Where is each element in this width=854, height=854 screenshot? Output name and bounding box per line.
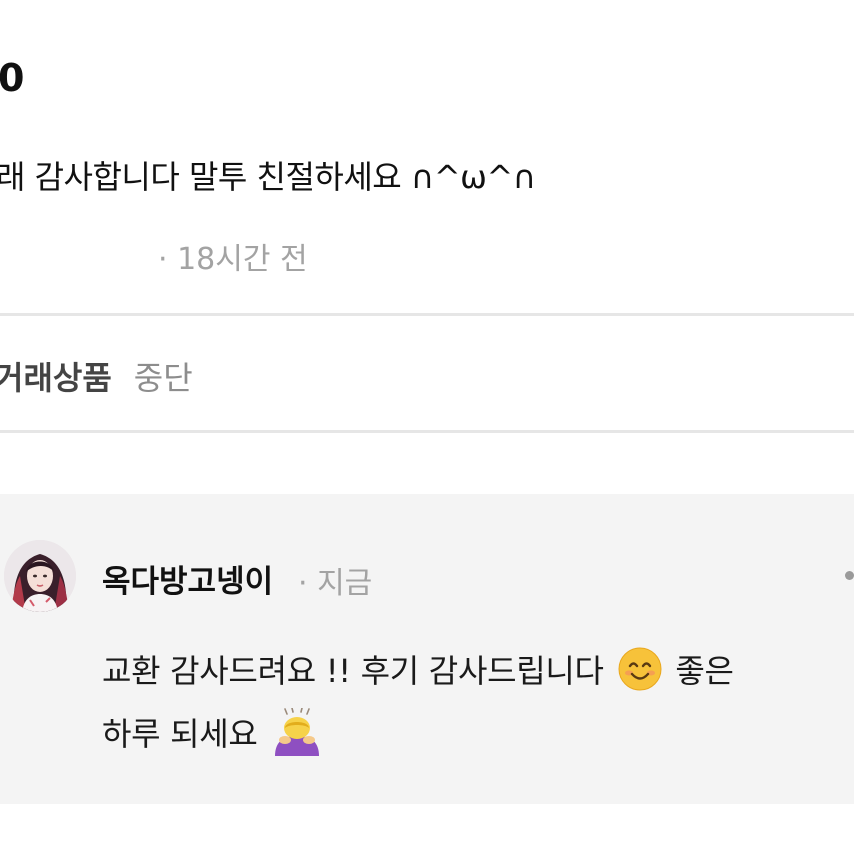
reply-text: 교환 감사드려요 !! 후기 감사드립니다 [102,652,604,690]
avatar-image [4,540,76,612]
avatar[interactable] [4,540,76,612]
trade-item-row[interactable]: 거래상품 중단 [0,353,193,399]
reply-text-line-1: 교환 감사드려요 !! 후기 감사드립니다 좋은 [102,646,734,699]
divider [0,313,854,316]
smiling-face-emoji-icon [618,647,662,699]
person-bowing-emoji-icon [271,707,323,764]
review-detail-page: 0 래 감사합니다 말투 친절하세요 ∩^ω^∩ · 18시간 전 거래상품 중단… [0,0,854,854]
review-timestamp: · 18시간 전 [158,242,308,277]
review-text: 래 감사합니다 말투 친절하세요 ∩^ω^∩ [0,158,536,196]
divider [0,430,854,433]
trade-item-value[interactable]: 중단 [134,359,193,397]
reply-author-name[interactable]: 옥다방고넹이 [102,556,273,601]
reply-text-line-2: 하루 되세요 [102,707,327,764]
reply-text-tail: 좋은 [675,652,734,690]
reply-timestamp: · 지금 [298,566,373,601]
rating-score: 0 [0,56,24,100]
more-options-icon[interactable] [845,571,854,580]
reply-text: 하루 되세요 [102,715,258,753]
trade-item-label: 거래상품 [0,359,112,397]
